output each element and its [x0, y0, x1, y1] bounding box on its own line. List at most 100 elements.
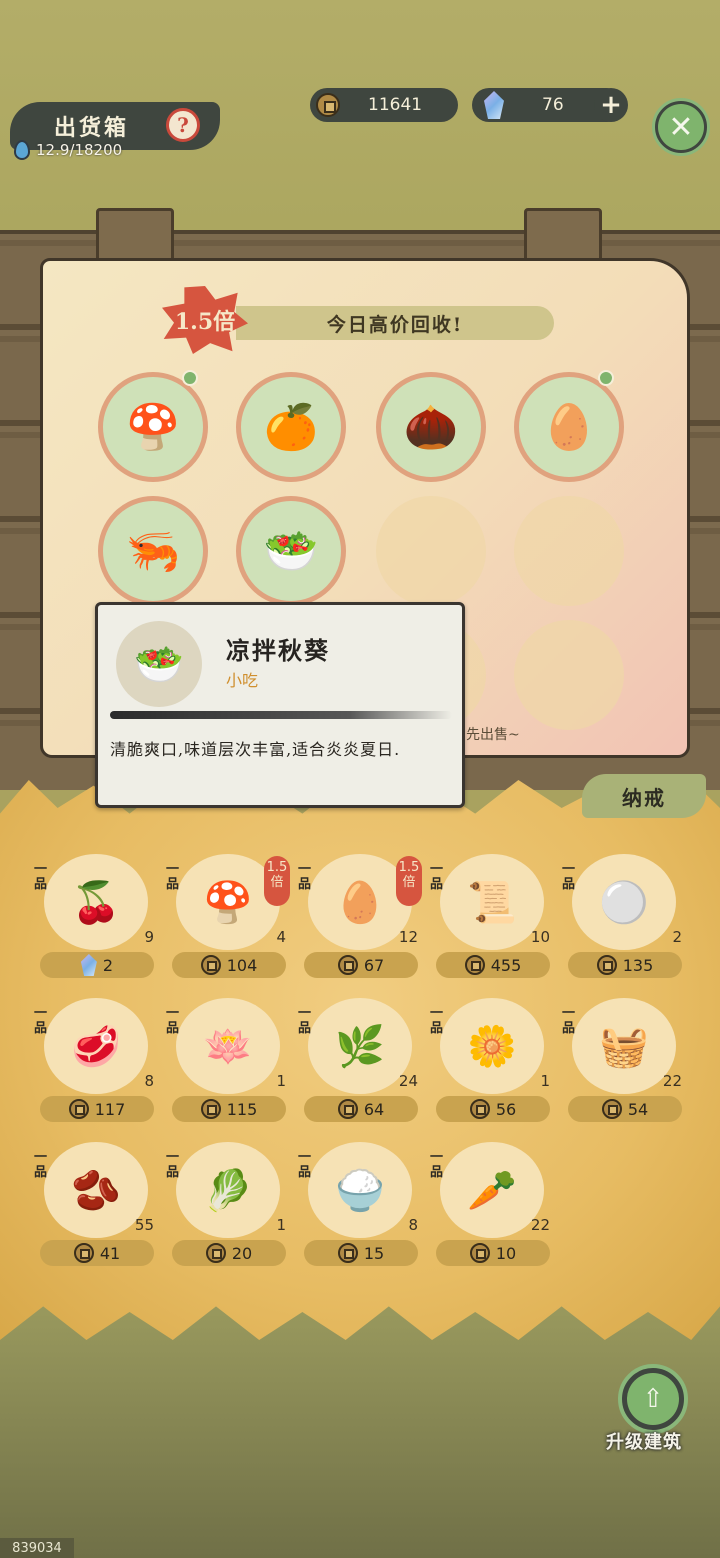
shrimp-on-leaf-icon: 🦐: [125, 526, 181, 577]
item-count: 22: [530, 1216, 550, 1234]
inventory-item[interactable]: 🍚 一品 8 15: [298, 1142, 424, 1274]
item-count: 12: [398, 928, 418, 946]
high-price-title: 今日高价回收!: [236, 306, 554, 340]
seeds-icon: 🌰: [403, 402, 459, 453]
close-button[interactable]: ✕: [652, 98, 710, 156]
cloth-roll-icon: 📜: [440, 854, 544, 950]
coin-icon: [469, 1243, 490, 1263]
upgrade-building-button[interactable]: ⇧: [618, 1364, 688, 1434]
item-tooltip: 🥗 凉拌秋葵 小吃 清脆爽口,味道层次丰富,适合炎炎夏日.: [95, 602, 465, 808]
high-price-slot[interactable]: 🦐: [98, 496, 208, 606]
capacity-value: 12.9/18200: [36, 141, 123, 159]
jade-tag-icon: [598, 370, 614, 386]
inventory-item[interactable]: 🌿 一品 24 64: [298, 998, 424, 1130]
coin-icon: [73, 1243, 94, 1263]
inventory-item[interactable]: 🫘 一品 55 41: [34, 1142, 160, 1274]
item-price: 67: [363, 955, 385, 975]
soybean-icon: 🫘: [44, 1142, 148, 1238]
inventory-item[interactable]: 🧺 一品 22 54: [562, 998, 688, 1130]
price-bar: 64: [304, 1096, 418, 1122]
item-count: 9: [144, 928, 154, 946]
high-price-slot[interactable]: 🍊: [236, 372, 346, 482]
item-price: 20: [231, 1243, 253, 1263]
empty-slot: [376, 496, 486, 606]
item-price: 15: [363, 1243, 385, 1263]
inventory-item[interactable]: 🥩 一品 8 117: [34, 998, 160, 1130]
item-price: 41: [99, 1243, 121, 1263]
coin-icon: [464, 955, 485, 975]
price-bar: 15: [304, 1240, 418, 1266]
price-bar: 2: [40, 952, 154, 978]
empty-slot: [514, 620, 624, 730]
grade-label: 一品: [166, 1150, 180, 1180]
grade-label: 一品: [562, 862, 576, 892]
item-count: 8: [408, 1216, 418, 1234]
inventory-item[interactable]: ⚪ 一品 2 135: [562, 854, 688, 986]
price-bar: 41: [40, 1240, 154, 1266]
coin-icon: [316, 93, 340, 117]
price-bar: 56: [436, 1096, 550, 1122]
inventory-item[interactable]: 🥬 一品 1 20: [166, 1142, 292, 1274]
price-bar: 115: [172, 1096, 286, 1122]
coin-icon: [337, 1099, 358, 1119]
add-gems-button[interactable]: +: [594, 88, 628, 122]
inventory-item[interactable]: 🍒 一品 9 2: [34, 854, 160, 986]
lotus-icon: 🪷: [176, 998, 280, 1094]
item-price: 135: [622, 955, 654, 975]
coin-icon: [337, 1243, 358, 1263]
orange-icon: 🍊: [263, 402, 319, 453]
rice-grains-icon: 🍚: [308, 1142, 412, 1238]
grade-label: 一品: [34, 862, 48, 892]
item-price: 54: [627, 1099, 649, 1119]
upgrade-label[interactable]: 升级建筑: [606, 1428, 682, 1454]
item-price: 117: [94, 1099, 126, 1119]
coin-icon: [200, 1099, 221, 1119]
price-bar: 67: [304, 952, 418, 978]
inventory-item[interactable]: 🌼 一品 1 56: [430, 998, 556, 1130]
grade-label: 一品: [430, 862, 444, 892]
eggs-on-leaf-icon: 🥚: [541, 402, 597, 453]
high-price-slot[interactable]: 🥚: [514, 372, 624, 482]
boost-badge: 1.5倍: [264, 856, 290, 906]
divider: [110, 711, 452, 719]
coin-icon: [200, 955, 221, 975]
empty-slot: [514, 496, 624, 606]
help-button[interactable]: ?: [166, 108, 200, 142]
sell-hint: 先出售~: [466, 727, 520, 743]
inventory-item[interactable]: 🥚 一品 1.5倍 12 67: [298, 854, 424, 986]
inventory-item[interactable]: 🍄 一品 1.5倍 4 104: [166, 854, 292, 986]
grade-label: 一品: [562, 1006, 576, 1036]
price-bar: 10: [436, 1240, 550, 1266]
item-price: 56: [495, 1099, 517, 1119]
capacity-indicator: 12.9/18200: [14, 140, 122, 160]
gem-icon: [80, 954, 97, 976]
tofu-basket-icon: 🧺: [572, 998, 676, 1094]
close-icon: ✕: [658, 104, 704, 150]
high-price-slot[interactable]: 🌰: [376, 372, 486, 482]
grade-label: 一品: [430, 1150, 444, 1180]
item-count: 10: [530, 928, 550, 946]
build-id: 839034: [0, 1538, 74, 1558]
item-count: 22: [662, 1072, 682, 1090]
coin-icon: [601, 1099, 622, 1119]
grade-label: 一品: [298, 1006, 312, 1036]
tab-nacha[interactable]: 纳戒: [582, 774, 706, 818]
coin-balance: 11641: [310, 88, 458, 122]
inventory-item[interactable]: 🪷 一品 1 115: [166, 998, 292, 1130]
price-bar: 104: [172, 952, 286, 978]
inventory-item[interactable]: 📜 一品 10 455: [430, 854, 556, 986]
inventory-item[interactable]: 🥕 一品 22 10: [430, 1142, 556, 1274]
coin-icon: [469, 1099, 490, 1119]
item-price: 10: [495, 1243, 517, 1263]
meat-icon: 🥩: [44, 998, 148, 1094]
coin-icon: [596, 955, 617, 975]
bok-choy-icon: 🥬: [176, 1142, 280, 1238]
high-price-slot[interactable]: 🥗: [236, 496, 346, 606]
high-price-slot[interactable]: 🍄: [98, 372, 208, 482]
gem-icon: [484, 91, 504, 119]
radish-icon: 🥕: [440, 1142, 544, 1238]
item-count: 2: [672, 928, 682, 946]
item-price: 64: [363, 1099, 385, 1119]
price-bar: 455: [436, 952, 550, 978]
price-bar: 135: [568, 952, 682, 978]
